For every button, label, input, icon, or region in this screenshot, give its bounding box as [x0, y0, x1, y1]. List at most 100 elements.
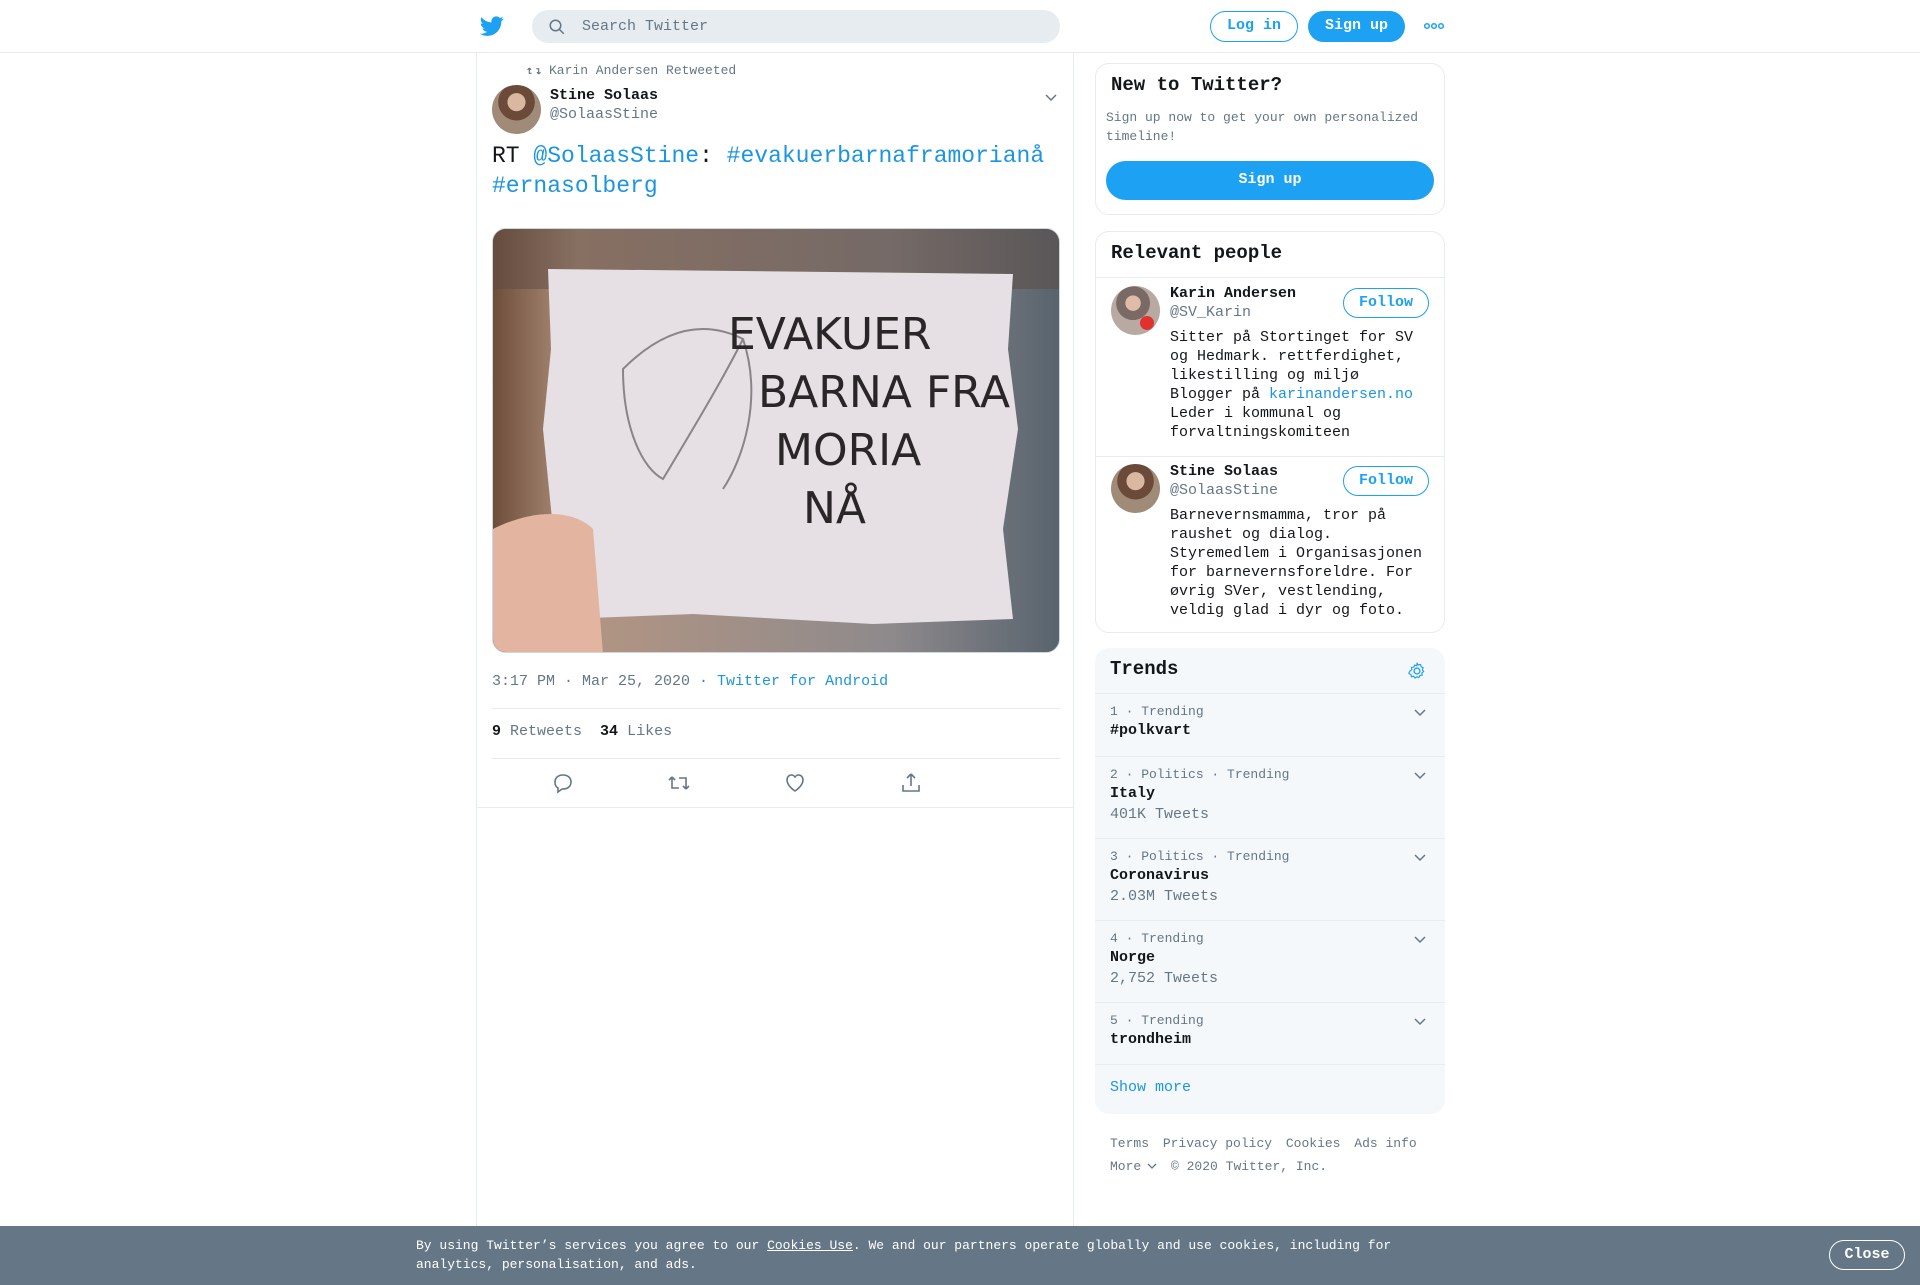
- follow-button[interactable]: Follow: [1343, 288, 1429, 318]
- tweet-column: Karin Andersen Retweeted Stine Solaas @S…: [476, 53, 1074, 1227]
- tweet-actions: [492, 771, 1060, 801]
- chevron-down-icon[interactable]: [1044, 91, 1058, 105]
- retweet-context: Karin Andersen Retweeted: [527, 63, 736, 78]
- card-title: Relevant people: [1111, 242, 1283, 264]
- top-header: Search Twitter Log in Sign up: [0, 0, 1920, 53]
- bio-link[interactable]: karinandersen.no: [1269, 386, 1413, 403]
- trend-name[interactable]: #polkvart: [1110, 722, 1191, 739]
- bio-line: forvaltningskomiteen: [1170, 424, 1351, 441]
- cookie-text-before: By using Twitter’s services you agree to…: [416, 1238, 768, 1253]
- chevron-down-icon: [1147, 1163, 1157, 1169]
- tweet-source-link[interactable]: Twitter for Android: [717, 673, 888, 690]
- card-description: Sign up now to get your own personalized…: [1106, 110, 1419, 144]
- bio-line: og Hedmark. rettferdighet,: [1170, 348, 1405, 365]
- divider: [1095, 838, 1445, 839]
- chevron-down-icon[interactable]: [1413, 706, 1427, 720]
- tweet-timestamp: 3:17 PM · Mar 25, 2020 · Twitter for And…: [492, 673, 888, 690]
- person-bio: Sitter på Stortinget for SV og Hedmark. …: [1170, 328, 1435, 442]
- trend-name[interactable]: Norge: [1110, 949, 1155, 966]
- likes-label[interactable]: Likes: [627, 723, 672, 740]
- bio-line: Styremedlem i Organisasjonen: [1170, 545, 1423, 562]
- author-handle[interactable]: @SolaasStine: [550, 106, 658, 123]
- divider: [1095, 920, 1445, 921]
- person-name[interactable]: Karin Andersen: [1170, 285, 1296, 302]
- bio-line: veldig glad i dyr og foto.: [1170, 602, 1405, 619]
- close-button[interactable]: Close: [1829, 1240, 1905, 1270]
- person-name[interactable]: Stine Solaas: [1170, 463, 1278, 480]
- retweets-label[interactable]: Retweets: [510, 723, 582, 740]
- follow-button[interactable]: Follow: [1343, 466, 1429, 496]
- retweet-small-icon: [527, 67, 541, 74]
- like-icon[interactable]: [783, 771, 807, 795]
- bio-line: Sitter på Stortinget for SV: [1170, 329, 1414, 346]
- retweet-icon[interactable]: [667, 771, 691, 795]
- chevron-down-icon[interactable]: [1413, 769, 1427, 783]
- person-handle[interactable]: @SV_Karin: [1170, 304, 1251, 321]
- search-bar[interactable]: Search Twitter: [532, 10, 1060, 43]
- trend-meta: 2 · Politics · Trending: [1110, 767, 1290, 782]
- footer-privacy-link[interactable]: Privacy policy: [1163, 1136, 1272, 1151]
- hashtag-link[interactable]: #evakuerbarnaframorianå: [727, 143, 1044, 169]
- author-avatar[interactable]: [492, 85, 541, 134]
- signup-large-button[interactable]: Sign up: [1106, 161, 1434, 200]
- bio-line: likestilling og miljø: [1170, 367, 1360, 384]
- search-icon: [549, 19, 565, 35]
- search-input[interactable]: Search Twitter: [582, 18, 708, 35]
- more-options-icon[interactable]: [1424, 22, 1444, 30]
- trend-count: 401K Tweets: [1110, 806, 1210, 823]
- card-title: New to Twitter?: [1111, 74, 1283, 96]
- chevron-down-icon[interactable]: [1413, 933, 1427, 947]
- bio-line: Leder i kommunal og: [1170, 405, 1342, 422]
- avatar[interactable]: [1111, 464, 1160, 513]
- gear-icon[interactable]: [1407, 661, 1427, 681]
- hashtag-link[interactable]: #ernasolberg: [492, 173, 658, 199]
- trend-count: 2.03M Tweets: [1110, 888, 1219, 905]
- avatar[interactable]: [1111, 286, 1160, 335]
- image-text-line: MORIA: [775, 425, 921, 476]
- show-more-link[interactable]: Show more: [1110, 1079, 1191, 1096]
- mention-link[interactable]: @SolaasStine: [533, 143, 699, 169]
- bio-line: for barnevernsforeldre. For: [1170, 564, 1414, 581]
- signup-button[interactable]: Sign up: [1308, 11, 1405, 42]
- trend-meta: 1 · Trending: [1110, 704, 1204, 719]
- author-name[interactable]: Stine Solaas: [550, 87, 658, 104]
- login-button[interactable]: Log in: [1210, 11, 1298, 42]
- footer-links: Terms Privacy policy Cookies Ads info Mo…: [1110, 1132, 1423, 1178]
- card-title: Trends: [1110, 658, 1179, 680]
- person-bio: Barnevernsmamma, tror på raushet og dial…: [1170, 506, 1435, 620]
- tweet-text-prefix: RT: [492, 143, 534, 169]
- avatar-badge-icon: [1140, 316, 1154, 330]
- divider: [477, 807, 1073, 808]
- footer-more-label[interactable]: More: [1110, 1159, 1141, 1174]
- share-icon[interactable]: [899, 771, 923, 795]
- retweet-context-text: Karin Andersen Retweeted: [549, 63, 737, 78]
- new-to-twitter-card: New to Twitter? Sign up now to get your …: [1095, 63, 1445, 215]
- reply-icon[interactable]: [551, 771, 575, 795]
- cookies-use-link[interactable]: Cookies Use: [767, 1238, 853, 1253]
- twitter-logo-icon[interactable]: [479, 14, 505, 38]
- footer-cookies-link[interactable]: Cookies: [1286, 1136, 1341, 1151]
- tweet-image[interactable]: EVAKUER BARNA FRA MORIA NÅ: [492, 228, 1060, 653]
- footer-more-link[interactable]: More: [1110, 1159, 1157, 1174]
- person-handle[interactable]: @SolaasStine: [1170, 482, 1278, 499]
- trend-name[interactable]: Italy: [1110, 785, 1155, 802]
- divider: [492, 758, 1060, 759]
- bio-line: øvrig SVer, vestlending,: [1170, 583, 1387, 600]
- image-text-line: BARNA FRA: [758, 367, 1010, 418]
- trend-name[interactable]: Coronavirus: [1110, 867, 1209, 884]
- trends-card: Trends 1 · Trending #polkvart 2 · Politi…: [1095, 648, 1445, 1114]
- likes-count[interactable]: 34: [600, 723, 618, 740]
- trend-name[interactable]: trondheim: [1110, 1031, 1191, 1048]
- retweets-count[interactable]: 9: [492, 723, 501, 740]
- tweet-image-art: EVAKUER BARNA FRA MORIA NÅ: [493, 229, 1059, 652]
- footer-terms-link[interactable]: Terms: [1110, 1136, 1149, 1151]
- chevron-down-icon[interactable]: [1413, 1015, 1427, 1029]
- footer-copyright: © 2020 Twitter, Inc.: [1171, 1159, 1328, 1174]
- divider: [1096, 456, 1444, 457]
- divider: [1095, 1002, 1445, 1003]
- bio-text: Blogger på: [1170, 386, 1270, 403]
- divider: [1095, 1064, 1445, 1065]
- trend-count: 2,752 Tweets: [1110, 970, 1219, 987]
- footer-ads-link[interactable]: Ads info: [1354, 1136, 1416, 1151]
- chevron-down-icon[interactable]: [1413, 851, 1427, 865]
